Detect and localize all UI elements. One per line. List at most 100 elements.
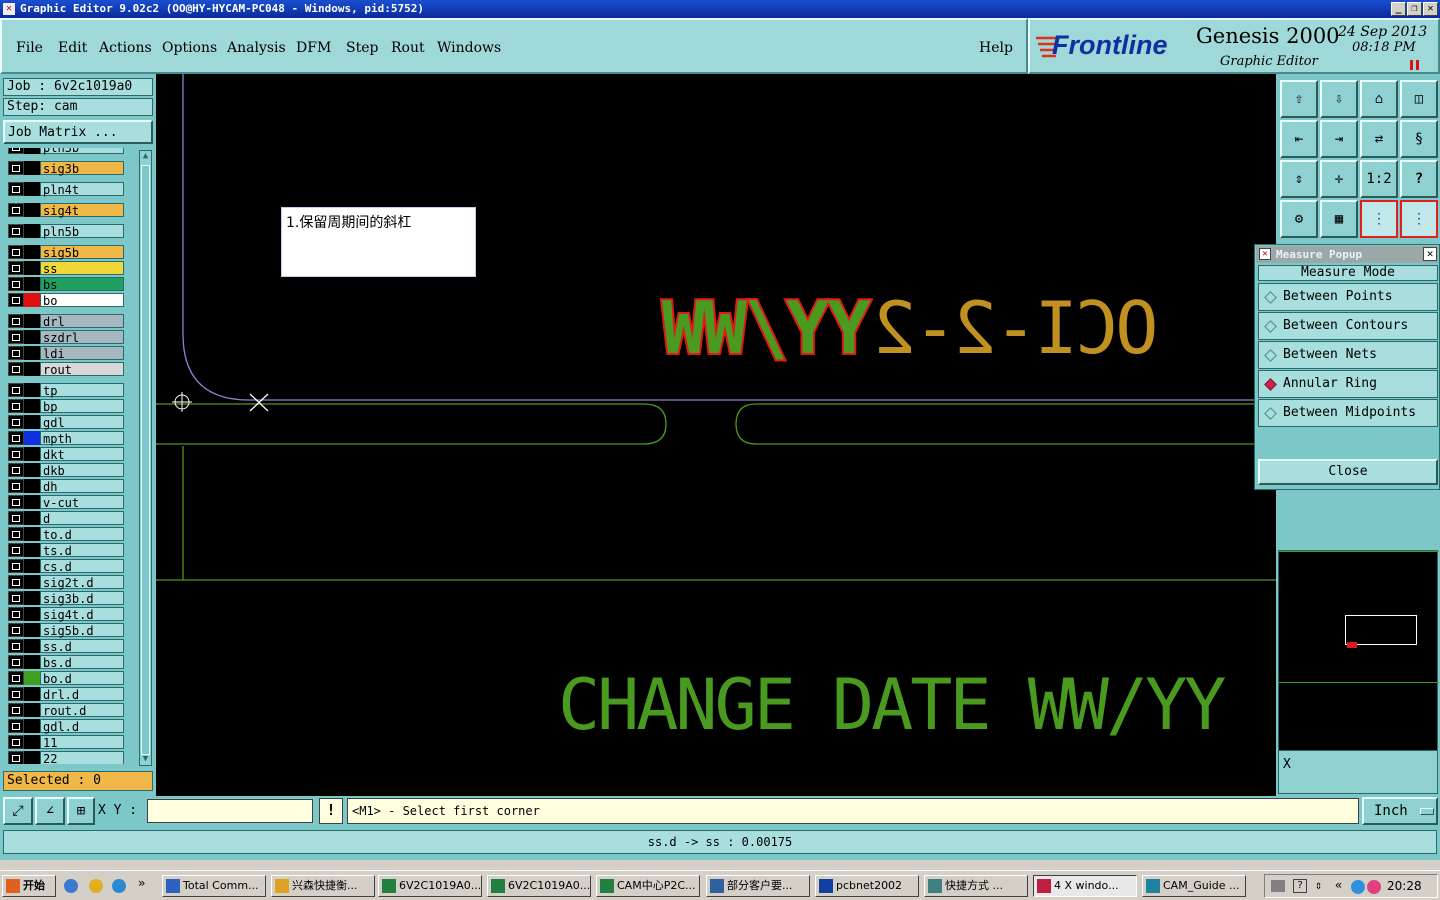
layer-color-swatch[interactable] [24, 719, 40, 733]
layer-row-pln4t[interactable]: pln4t [8, 182, 124, 197]
layer-name[interactable]: 11 [40, 735, 124, 750]
zoom-down-icon[interactable]: ⇩ [1320, 80, 1358, 118]
layer-color-swatch[interactable] [24, 383, 40, 397]
menu-actions[interactable]: Actions [99, 40, 152, 56]
layer-name[interactable]: drl.d [40, 687, 124, 702]
layer-checkbox[interactable] [8, 148, 24, 154]
layer-name[interactable]: pln4t [40, 182, 124, 197]
radio-diamond-icon[interactable] [1264, 407, 1277, 420]
measure-angle-icon[interactable]: ∠ [35, 797, 65, 825]
xy-input[interactable] [147, 799, 313, 823]
layer-checkbox[interactable] [8, 314, 24, 328]
layer-color-swatch[interactable] [24, 543, 40, 557]
layer-row-pln5b[interactable]: pln5b [8, 224, 124, 239]
layer-name[interactable]: bo [40, 293, 124, 308]
layer-name[interactable]: mpth [40, 431, 124, 446]
layer-color-swatch[interactable] [24, 245, 40, 259]
layer-row-rout.d[interactable]: rout.d [8, 703, 124, 718]
layer-row-pln3b[interactable]: pln3b [8, 148, 124, 155]
layer-name[interactable]: sig5b [40, 245, 124, 260]
task-button[interactable]: 6V2C1019A0... [378, 875, 482, 897]
layer-row-szdrl[interactable]: szdrl [8, 330, 124, 345]
radio-diamond-icon[interactable] [1264, 291, 1277, 304]
layer-color-swatch[interactable] [24, 277, 40, 291]
measure-option-between-points[interactable]: Between Points [1258, 283, 1438, 311]
graphic-canvas[interactable]: 1.保留周期间的斜杠 YY/WW OCI-2-2 CHANGE DATE WW/… [156, 74, 1276, 796]
layer-checkbox[interactable] [8, 383, 24, 397]
layer-row-tp[interactable]: tp [8, 383, 124, 398]
layer-row-sig3b.d[interactable]: sig3b.d [8, 591, 124, 606]
folder-icon[interactable] [89, 879, 103, 893]
layer-checkbox[interactable] [8, 623, 24, 637]
layer-checkbox[interactable] [8, 735, 24, 749]
close-window-button[interactable]: ✕ [1423, 2, 1438, 16]
layer-row-ss.d[interactable]: ss.d [8, 639, 124, 654]
task-button[interactable]: 部分客户要... [706, 875, 810, 897]
layer-checkbox[interactable] [8, 671, 24, 685]
layer-checkbox[interactable] [8, 655, 24, 669]
layer-row-sig2t.d[interactable]: sig2t.d [8, 575, 124, 590]
maximize-button[interactable]: ❐ [1407, 2, 1422, 16]
layer-checkbox[interactable] [8, 415, 24, 429]
menu-step[interactable]: Step [346, 40, 378, 56]
layer-row-ldi[interactable]: ldi [8, 346, 124, 361]
task-button[interactable]: Total Comm... [162, 875, 266, 897]
layer-checkbox[interactable] [8, 261, 24, 275]
menu-rout[interactable]: Rout [391, 40, 425, 56]
layer-color-swatch[interactable] [24, 639, 40, 653]
layer-row-drl[interactable]: drl [8, 314, 124, 329]
layer-row-bp[interactable]: bp [8, 399, 124, 414]
layer-checkbox[interactable] [8, 591, 24, 605]
zoom-area-icon[interactable]: ⤢ [3, 797, 33, 825]
layer-name[interactable]: sig4t.d [40, 607, 124, 622]
layer-color-swatch[interactable] [24, 575, 40, 589]
layer-name[interactable]: rout.d [40, 703, 124, 718]
layer-checkbox[interactable] [8, 479, 24, 493]
layer-row-d[interactable]: d [8, 511, 124, 526]
minimize-button[interactable]: _ [1391, 2, 1406, 16]
pan-right-icon[interactable]: ⇥ [1320, 120, 1358, 158]
layer-checkbox[interactable] [8, 687, 24, 701]
menu-dfm[interactable]: DFM [296, 40, 331, 56]
overview-viewport[interactable] [1345, 615, 1417, 645]
task-button[interactable]: CAM中心P2C... [596, 875, 700, 897]
layer-name[interactable]: gdl.d [40, 719, 124, 734]
layer-row-bo[interactable]: bo [8, 293, 124, 308]
ie-icon[interactable] [64, 879, 78, 893]
keyboard-icon[interactable] [1271, 880, 1285, 892]
layer-color-swatch[interactable] [24, 495, 40, 509]
layer-checkbox[interactable] [8, 447, 24, 461]
layer-row-cs.d[interactable]: cs.d [8, 559, 124, 574]
layer-row-sig5b[interactable]: sig5b [8, 245, 124, 260]
start-button[interactable]: 开始 [2, 875, 56, 897]
layer-scrollbar[interactable]: ▲ ▼ [139, 150, 152, 766]
layer-row-22[interactable]: 22 [8, 751, 124, 764]
layer-color-swatch[interactable] [24, 687, 40, 701]
task-button[interactable]: 6V2C1019A0... [487, 875, 591, 897]
alert-icon[interactable]: ! [319, 798, 343, 824]
layer-name[interactable]: rout [40, 362, 124, 377]
layer-checkbox[interactable] [8, 182, 24, 196]
layer-name[interactable]: bp [40, 399, 124, 414]
layer-color-swatch[interactable] [24, 346, 40, 360]
zoom-home-icon[interactable]: ⇧ [1280, 80, 1318, 118]
layer-row-sig4t.d[interactable]: sig4t.d [8, 607, 124, 622]
measure-option-between-nets[interactable]: Between Nets [1258, 341, 1438, 369]
layer-color-swatch[interactable] [24, 148, 40, 154]
layer-color-swatch[interactable] [24, 623, 40, 637]
layer-row-to.d[interactable]: to.d [8, 527, 124, 542]
layer-row-bs.d[interactable]: bs.d [8, 655, 124, 670]
grid-snap-icon[interactable]: ⊞ [67, 797, 95, 825]
layer-row-rout[interactable]: rout [8, 362, 124, 377]
layer-row-drl.d[interactable]: drl.d [8, 687, 124, 702]
layer-name[interactable]: sig5b.d [40, 623, 124, 638]
quicklaunch-more-icon[interactable]: » [138, 876, 145, 890]
layer-checkbox[interactable] [8, 293, 24, 307]
layer-color-swatch[interactable] [24, 224, 40, 238]
layer-color-swatch[interactable] [24, 607, 40, 621]
layer-color-swatch[interactable] [24, 703, 40, 717]
overview-map[interactable] [1278, 550, 1439, 760]
measure-option-annular-ring[interactable]: Annular Ring [1258, 370, 1438, 398]
network-icon[interactable] [1351, 880, 1365, 894]
measure-option-between-contours[interactable]: Between Contours [1258, 312, 1438, 340]
